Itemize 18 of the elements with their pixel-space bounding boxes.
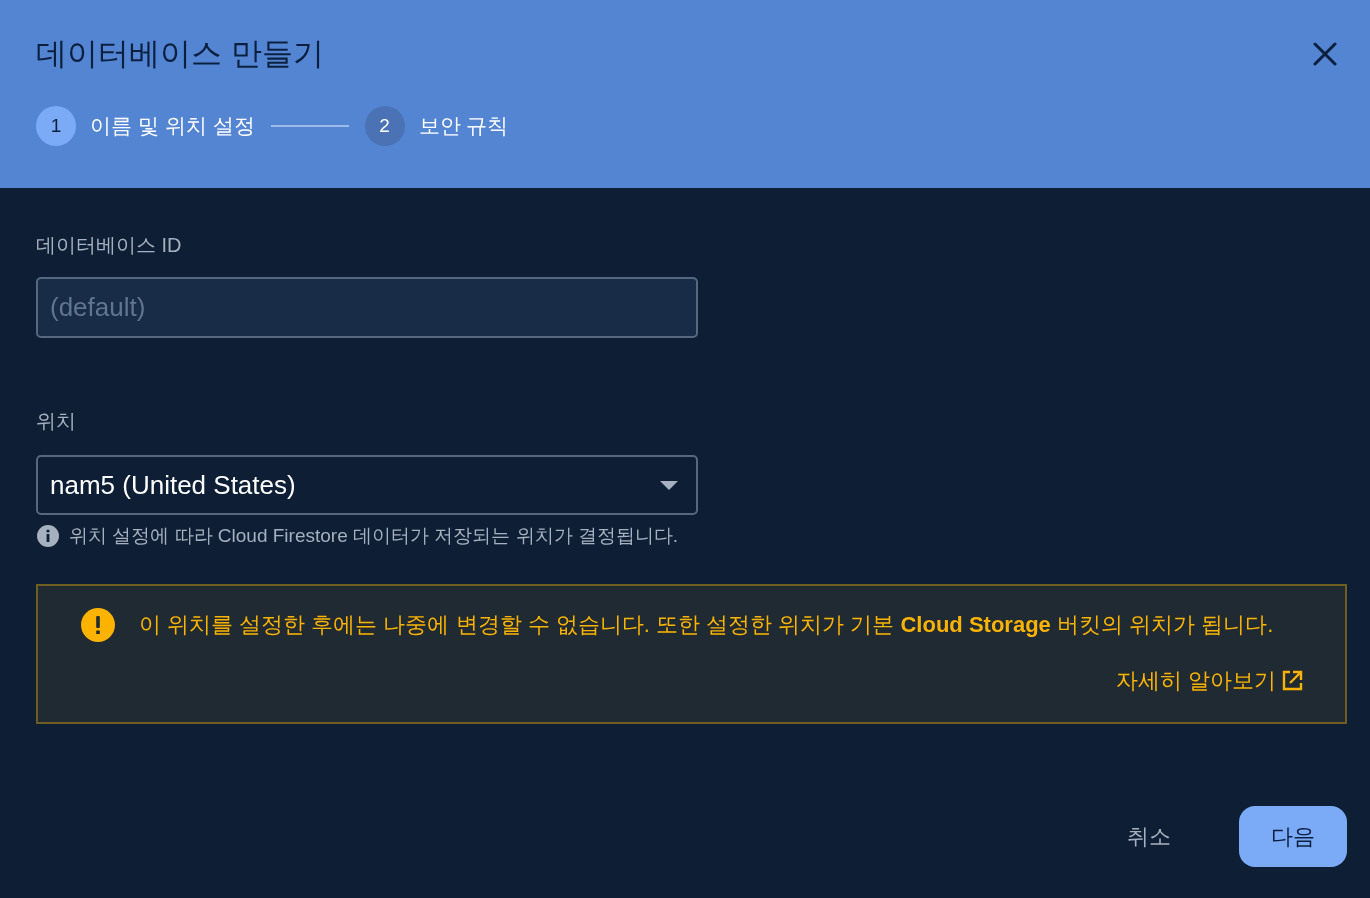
hint-text: 위치 설정에 따라 Cloud Firestore 데이터가 저장되는 위치가 결정됩니다. (69, 524, 679, 548)
warning-text: 이 위치를 설정한 후에는 나중에 변경할 수 없습니다. 또한 설정한 위치가 기본 Cloud Storage 버킷의 위치가 됩니다. (139, 611, 1274, 639)
external-link-icon (1281, 669, 1303, 692)
cancel-button[interactable]: 취소 (1103, 806, 1195, 867)
info-icon (37, 525, 59, 547)
dropdown-caret-icon (660, 480, 678, 490)
next-button[interactable]: 다음 (1239, 806, 1347, 867)
learn-more-link[interactable]: 자세히 알아보기 (1115, 664, 1303, 697)
location-select[interactable]: nam5 (United States) (36, 455, 698, 515)
step-label: 보안 규칙 (418, 113, 509, 140)
field-label: 데이터베이스 ID (36, 233, 182, 257)
step-label: 이름 및 위치 설정 (90, 113, 255, 140)
dialog-title: 데이터베이스 만들기 (36, 36, 324, 72)
step-number: 1 (36, 106, 76, 146)
warning-icon (81, 608, 115, 642)
close-icon[interactable] (1313, 42, 1337, 66)
step-number: 2 (364, 106, 405, 146)
field-label: 위치 (36, 409, 76, 433)
